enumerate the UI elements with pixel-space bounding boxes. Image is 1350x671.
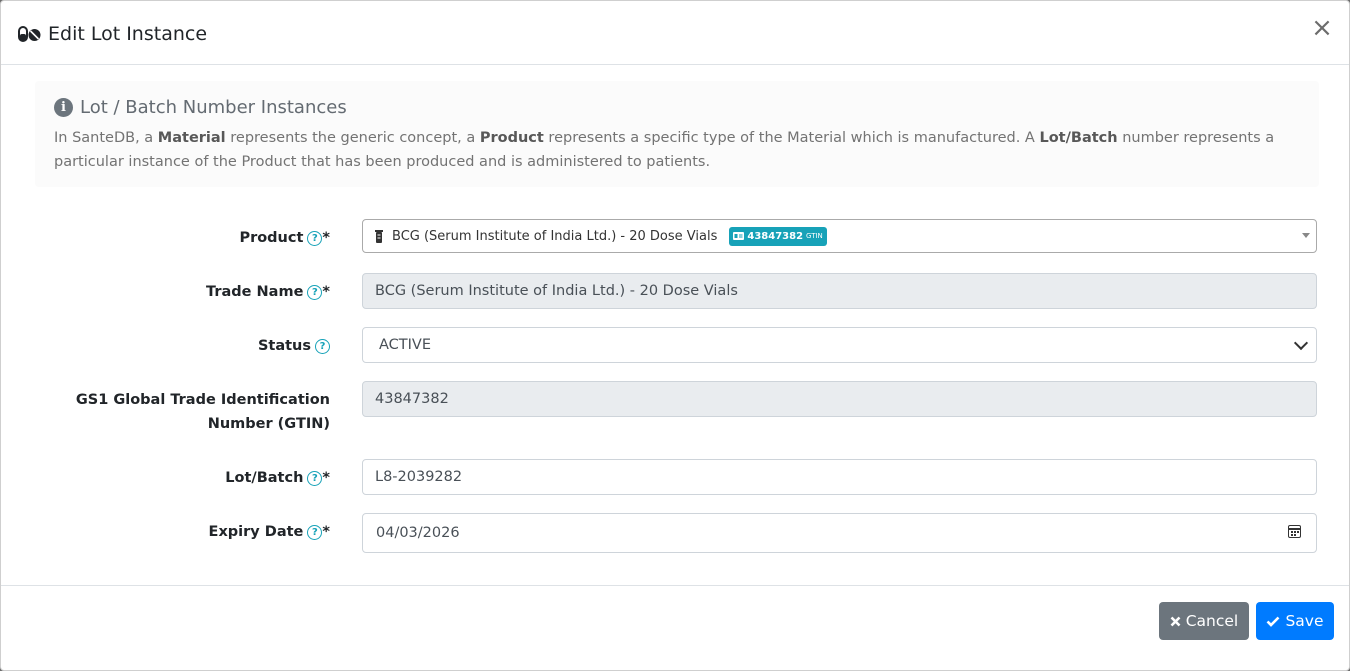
modal-title-text: Edit Lot Instance [48,23,208,45]
product-select-value: BCG (Serum Institute of India Ltd.) - 20… [392,228,718,244]
cancel-button[interactable]: Cancel [1159,602,1249,640]
callout-text: In SanteDB, a Material represents the ge… [54,126,1304,174]
required-marker: * [322,524,330,540]
callout-title: i Lot / Batch Number Instances [54,95,347,119]
help-icon[interactable]: ? [307,525,323,540]
required-marker: * [322,284,330,300]
edit-lot-modal: Edit Lot Instance × i Lot / Batch Number… [0,0,1350,671]
info-callout: i Lot / Batch Number Instances In SanteD… [35,81,1319,187]
status-label: Status? [70,334,330,358]
callout-text-part: represents a specific type of the Materi… [543,130,1040,146]
close-button[interactable]: × [1311,15,1333,41]
trade-name-label: Trade Name? * [70,280,330,304]
modal-footer: Cancel Save [1,585,1349,671]
required-marker: * [322,470,330,486]
callout-title-text: Lot / Batch Number Instances [80,96,347,118]
save-button-label: Save [1285,612,1324,630]
gtin-badge-suffix: GTIN [806,232,823,240]
trade-name-label-text: Trade Name [206,284,304,300]
lot-batch-value: L8-2039282 [375,469,463,485]
caret-down-icon [1302,233,1310,238]
cancel-button-label: Cancel [1185,612,1239,630]
times-icon [1170,616,1181,626]
gtin-label: GS1 Global Trade Identification Number (… [70,388,330,436]
info-icon: i [54,97,73,117]
product-select[interactable]: BCG (Serum Institute of India Ltd.) - 20… [362,219,1317,253]
lot-batch-input[interactable]: L8-2039282 [362,459,1317,495]
callout-text-part: In SanteDB, a [54,130,158,146]
callout-text-part: represents the generic concept, a [225,130,480,146]
help-icon[interactable]: ? [315,339,330,354]
gtin-badge-value: 43847382 [747,230,804,242]
status-select-value: ACTIVE [379,337,432,353]
callout-bold-lot: Lot/Batch [1039,130,1118,146]
help-icon[interactable]: ? [307,231,323,246]
id-card-icon [733,232,745,240]
trade-name-value: BCG (Serum Institute of India Ltd.) - 20… [375,283,738,299]
chevron-down-icon [1293,335,1309,351]
expiry-date-label: Expiry Date? * [70,520,330,544]
modal-title: Edit Lot Instance [18,22,207,46]
help-icon[interactable]: ? [307,285,323,300]
required-marker: * [322,230,330,246]
status-label-text: Status [257,338,311,354]
pills-icon [18,26,41,42]
lot-batch-label-text: Lot/Batch [225,470,304,486]
expiry-date-label-text: Expiry Date [208,524,304,540]
check-icon [1267,616,1280,627]
save-button[interactable]: Save [1256,602,1334,640]
status-select[interactable]: ACTIVE [362,327,1317,363]
lot-batch-label: Lot/Batch? * [70,466,330,490]
gtin-value: 43847382 [375,391,449,407]
expiry-date-value: 04/03/2026 [376,525,460,541]
trade-name-field: BCG (Serum Institute of India Ltd.) - 20… [362,273,1317,309]
calendar-icon[interactable] [1288,525,1301,538]
gtin-badge: 43847382 GTIN [729,226,827,246]
product-label-text: Product [239,230,304,246]
gtin-label-line2: Number (GTIN) [207,416,330,432]
product-label: Product? * [70,226,330,250]
gtin-label-line1: GS1 Global Trade Identification [75,392,330,408]
vial-icon [375,229,383,243]
help-icon[interactable]: ? [307,471,323,486]
callout-bold-product: Product [479,130,544,146]
callout-bold-material: Material [157,130,226,146]
modal-header: Edit Lot Instance × [1,1,1349,65]
gtin-field: 43847382 [362,381,1317,417]
expiry-date-input[interactable]: 04/03/2026 [362,513,1317,553]
